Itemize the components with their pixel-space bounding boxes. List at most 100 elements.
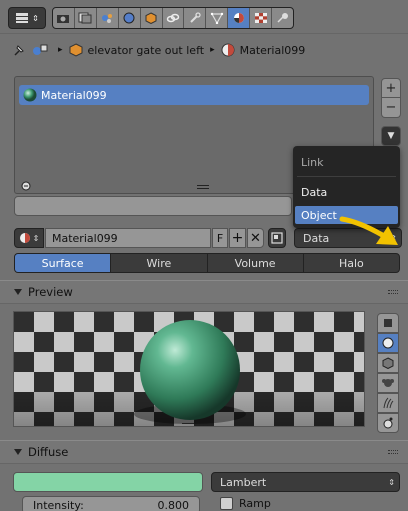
tab-wire[interactable]: Wire: [111, 254, 208, 272]
breadcrumb-object-label: elevator gate out left: [87, 43, 205, 57]
intensity-value: 0.800: [157, 498, 190, 511]
node-tree-icon: [271, 232, 283, 244]
tab-material[interactable]: [228, 8, 251, 28]
minus-icon: −: [385, 100, 397, 115]
preview-type-buttons: [375, 313, 401, 433]
list-item[interactable]: Material099: [19, 85, 369, 105]
resize-grip[interactable]: [182, 423, 194, 426]
tab-object[interactable]: [141, 8, 163, 28]
add-slot-button[interactable]: +: [381, 78, 401, 98]
material-datablock-row: ⇕ Material099 F + ✕ Data ⇕: [14, 228, 402, 248]
browse-material-button[interactable]: ⇕: [14, 228, 44, 248]
tab-surface[interactable]: Surface: [15, 254, 112, 272]
sphere-sky-icon: [383, 417, 393, 429]
tab-halo[interactable]: Halo: [304, 254, 399, 272]
panel-grip-icon[interactable]: [388, 450, 398, 454]
monkey-icon: [382, 379, 394, 387]
tab-volume[interactable]: Volume: [208, 254, 304, 272]
hair-icon: [383, 397, 394, 409]
material-name-field[interactable]: Material099: [45, 228, 211, 248]
particles-icon: [276, 13, 288, 23]
render-layers-icon: [78, 12, 92, 24]
preview-cube-button[interactable]: [377, 353, 399, 373]
object-cube-icon: [69, 43, 83, 57]
diffuse-shader-select[interactable]: Lambert ⇕: [211, 472, 400, 492]
preview-hair-button[interactable]: [377, 393, 399, 413]
pin-icon[interactable]: [12, 43, 26, 57]
sphere-icon: [382, 337, 394, 349]
fake-user-label: F: [216, 231, 224, 245]
editor-type-arrows-icon: ⇕: [32, 13, 39, 23]
circle-handle-icon[interactable]: [21, 181, 31, 191]
tab-particles[interactable]: [272, 8, 293, 28]
intensity-slider[interactable]: Intensity: 0.800: [22, 496, 200, 511]
close-icon: ✕: [250, 230, 261, 246]
object-cube-icon: [145, 12, 157, 24]
tab-constraints[interactable]: [163, 8, 185, 28]
slot-specials-button[interactable]: ▼: [381, 126, 401, 146]
tab-texture[interactable]: [250, 8, 273, 28]
breadcrumb: ▸ elevator gate out left ▸ Material099: [0, 36, 408, 64]
diffuse-panel-title: Diffuse: [28, 445, 69, 459]
ramp-label: Ramp: [239, 497, 271, 510]
world-icon: [123, 12, 135, 24]
mesh-data-icon: [210, 12, 223, 24]
properties-header: ⇕: [0, 0, 408, 34]
preview-panel-header[interactable]: Preview: [0, 280, 408, 304]
material-sphere-icon: [221, 43, 235, 57]
intensity-label: Intensity:: [33, 498, 84, 511]
remove-slot-button[interactable]: −: [381, 98, 401, 118]
scene-objects-icon: [33, 44, 48, 55]
editor-type-selector[interactable]: ⇕: [8, 7, 46, 29]
diffuse-color-swatch[interactable]: [13, 472, 203, 492]
divider: [297, 176, 396, 177]
chevron-right-icon: ▸: [210, 45, 215, 55]
fake-user-button[interactable]: F: [212, 228, 228, 248]
preview-monkey-button[interactable]: [377, 373, 399, 393]
annotation-arrow-icon: [339, 216, 398, 245]
camera-icon: [57, 15, 70, 23]
assign-field[interactable]: [14, 196, 292, 216]
dropdown-option-data[interactable]: Data: [301, 186, 327, 199]
chevron-updown-icon: ⇕: [388, 477, 395, 487]
texture-checker-icon: [254, 13, 267, 23]
chevron-right-icon: ▸: [58, 45, 63, 55]
material-sphere-icon: [233, 13, 244, 23]
tab-scene[interactable]: [97, 8, 119, 28]
panel-grip-icon[interactable]: [388, 290, 398, 294]
material-preview: [13, 311, 365, 427]
chain-link-icon: [166, 13, 180, 23]
preview-sky-button[interactable]: [377, 413, 399, 433]
breadcrumb-material-label: Material099: [239, 43, 306, 57]
properties-editor-icon: [16, 13, 29, 23]
plus-icon: +: [231, 230, 244, 246]
material-sphere-icon: [19, 233, 30, 243]
slot-label: Material099: [41, 88, 107, 102]
diffuse-panel-header[interactable]: Diffuse: [0, 440, 408, 464]
wrench-icon: [190, 12, 201, 23]
plane-icon: [384, 319, 392, 327]
preview-sphere-button[interactable]: [377, 333, 399, 353]
tab-render-layers[interactable]: [75, 8, 97, 28]
preview-panel-title: Preview: [28, 285, 73, 299]
material-name-value: Material099: [52, 231, 118, 245]
chevron-updown-icon: ⇕: [32, 233, 40, 243]
preview-flat-button[interactable]: [377, 313, 399, 333]
node-browse-button[interactable]: [268, 228, 286, 248]
resize-grip[interactable]: [197, 185, 209, 189]
tab-world[interactable]: [119, 8, 141, 28]
ramp-checkbox[interactable]: [220, 497, 233, 510]
diffuse-shader-value: Lambert: [220, 475, 267, 489]
context-tabs: [52, 7, 294, 29]
cube-icon: [382, 357, 394, 369]
collapse-triangle-icon: [14, 449, 22, 455]
new-material-button[interactable]: +: [229, 228, 246, 248]
unlink-material-button[interactable]: ✕: [247, 228, 264, 248]
tab-modifiers[interactable]: [184, 8, 207, 28]
tab-data[interactable]: [206, 8, 229, 28]
material-type-tabs: Surface Wire Volume Halo: [14, 253, 400, 273]
ramp-toggle[interactable]: Ramp: [220, 497, 271, 510]
dropdown-title: Link: [301, 156, 324, 169]
dropdown-arrow-icon: ▼: [387, 131, 395, 141]
tab-render[interactable]: [53, 8, 75, 28]
